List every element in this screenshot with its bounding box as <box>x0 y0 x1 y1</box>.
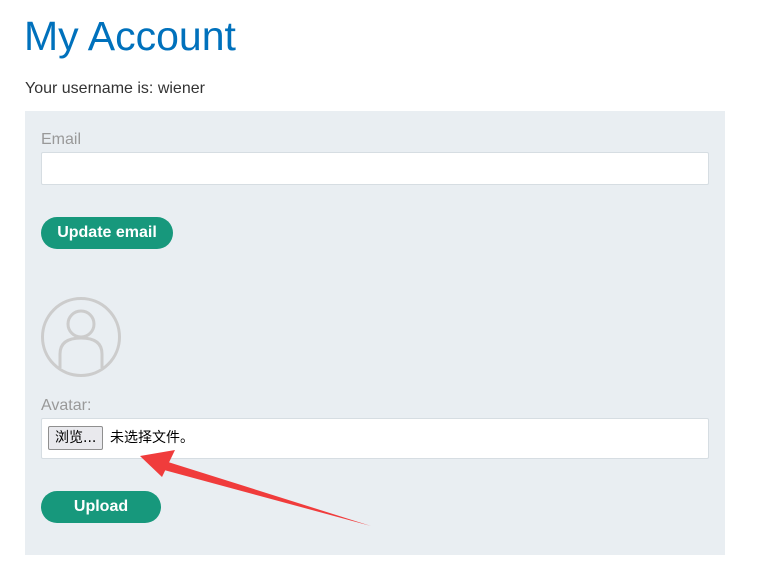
upload-button[interactable]: Upload <box>41 491 161 523</box>
email-label: Email <box>41 131 82 148</box>
email-input[interactable] <box>41 152 709 185</box>
avatar-label: Avatar: <box>41 397 92 414</box>
avatar-file-input[interactable]: 浏览... 未选择文件。 <box>41 418 709 459</box>
update-email-button[interactable]: Update email <box>41 217 173 249</box>
browse-button[interactable]: 浏览... <box>48 426 104 450</box>
file-status-text: 未选择文件。 <box>110 430 194 446</box>
username-text: Your username is: wiener <box>25 80 205 97</box>
avatar-placeholder-icon <box>41 297 121 377</box>
account-panel: Email Update email Avatar: 浏览... 未选择文件。 … <box>25 111 725 555</box>
page-title: My Account <box>24 13 236 59</box>
